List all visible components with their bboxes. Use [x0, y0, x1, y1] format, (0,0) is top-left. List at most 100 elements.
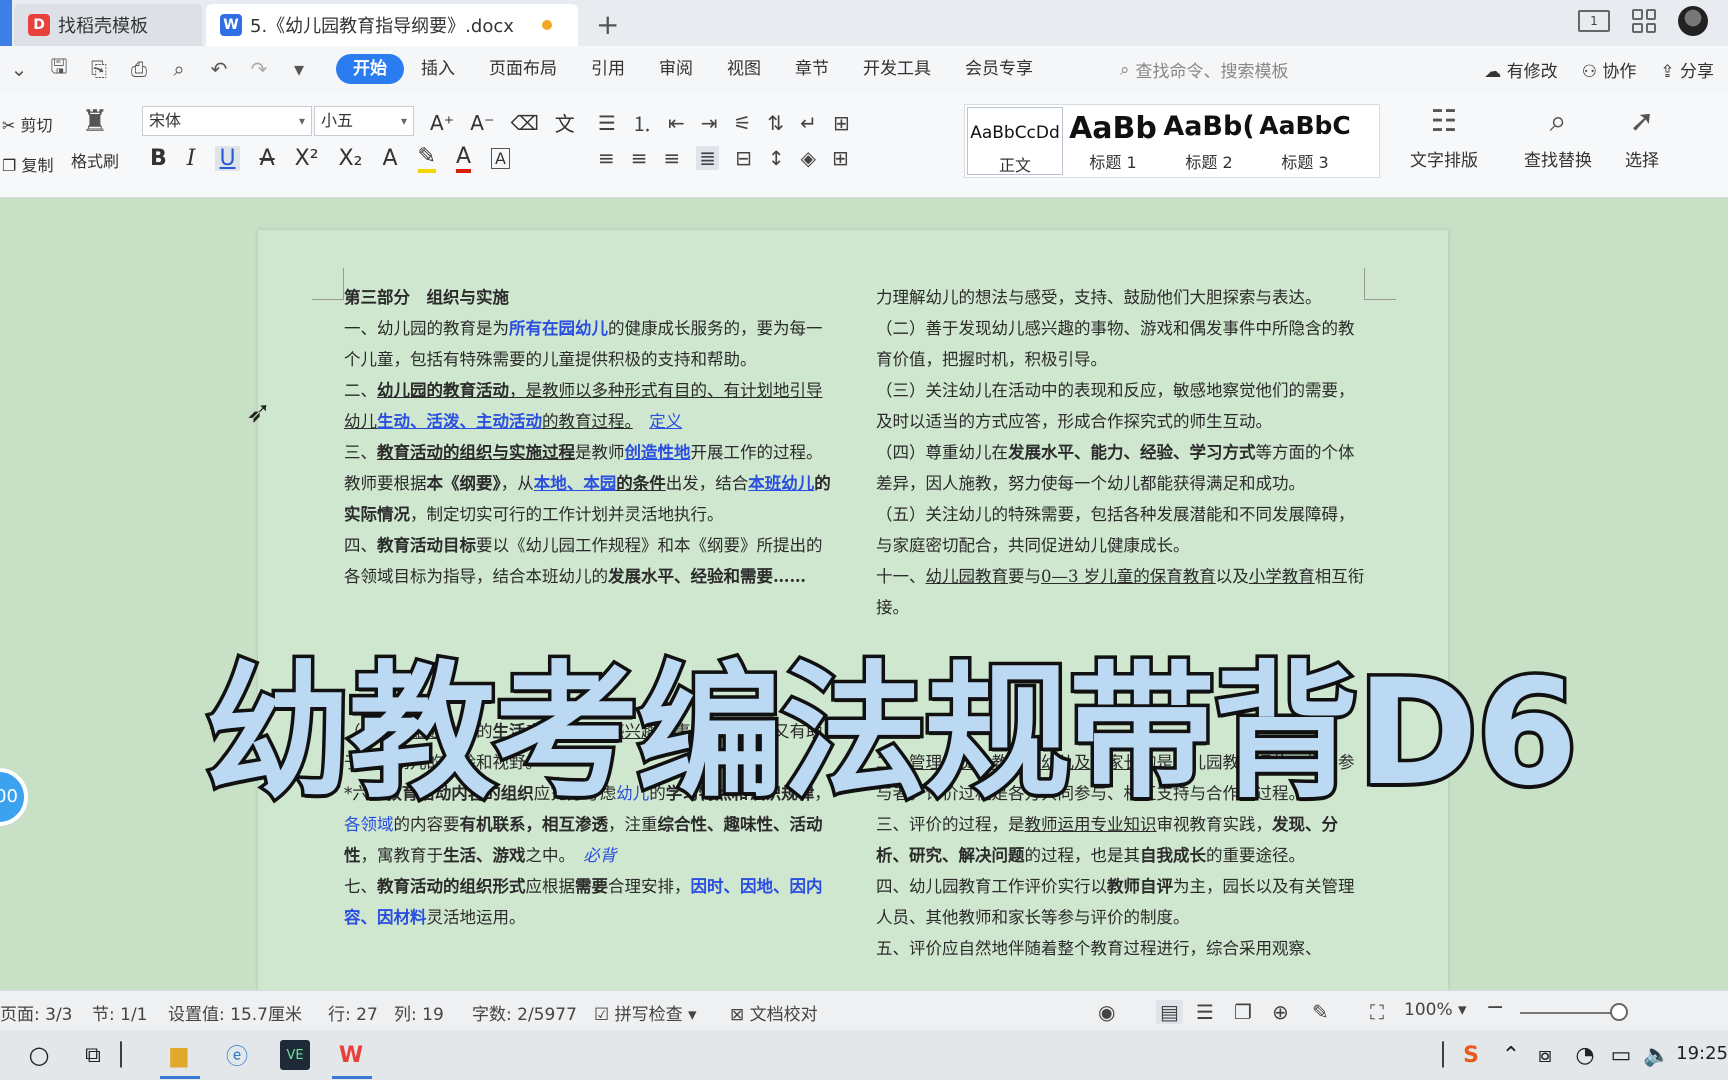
fit-page-icon[interactable]: ⛶	[1370, 1000, 1384, 1024]
style-heading-1[interactable]: AaBb 标题 1	[1065, 105, 1161, 177]
style-normal[interactable]: AaBbCcDd 正文	[967, 107, 1063, 175]
undo-icon[interactable]: ↶	[206, 57, 232, 81]
borders-icon[interactable]: ⊞	[832, 146, 849, 170]
tab-daoke[interactable]: D 找稻壳模板	[14, 4, 202, 46]
find-replace-button[interactable]: ⌕ 查找替换	[1508, 104, 1608, 171]
floating-assistant-button[interactable]: 00	[0, 768, 28, 826]
avatar[interactable]	[1678, 6, 1708, 36]
chinese-layout-icon[interactable]: ⚟	[733, 111, 751, 135]
battery-icon[interactable]: ▭	[1606, 1040, 1636, 1070]
phonetic-guide-icon[interactable]: 文	[555, 108, 575, 137]
text: 需要……	[740, 567, 806, 586]
document-page[interactable]: 第三部分 组织与实施 一、幼儿园的教育是为所有在园幼儿的健康成长服务的，要为每一…	[258, 230, 1448, 990]
tab-view[interactable]: 视图	[710, 54, 778, 84]
status-word-count[interactable]: 字数: 2/5977	[472, 1000, 577, 1025]
copy-button[interactable]: ❐ 复制	[2, 152, 53, 176]
video-editor-icon[interactable]: VE	[280, 1040, 310, 1070]
share-button[interactable]: ⇪ 分享	[1660, 57, 1714, 82]
zoom-out-button[interactable]: −	[1486, 995, 1504, 1020]
write-mode-icon[interactable]: ✎	[1312, 1000, 1329, 1024]
strikethrough-icon[interactable]: A	[260, 146, 275, 171]
export-pdf-icon[interactable]: ⎘	[86, 57, 112, 81]
superscript-icon[interactable]: X²	[295, 146, 319, 171]
highlight-icon[interactable]: ✎	[417, 144, 436, 173]
select-button[interactable]: ➚ 选择	[1612, 104, 1672, 171]
window-layout-icon[interactable]: 1	[1578, 10, 1610, 32]
wps-office-icon[interactable]: W	[336, 1040, 366, 1070]
tab-document[interactable]: W 5.《幼儿园教育指导纲要》.docx	[206, 4, 578, 46]
system-clock[interactable]: 19:25	[1676, 1043, 1728, 1064]
align-right-icon[interactable]: ≡	[664, 146, 681, 170]
text-layout-button[interactable]: ☷ 文字排版	[1396, 104, 1492, 171]
tray-app-icon[interactable]: ⧇	[1530, 1040, 1560, 1070]
status-page[interactable]: 页面: 3/3	[0, 1000, 73, 1025]
tray-chevron-icon[interactable]: ⌃	[1496, 1040, 1526, 1070]
command-search[interactable]: ⌕ 查找命令、搜索模板	[1120, 57, 1289, 83]
collab-button[interactable]: ⚇ 协作	[1582, 57, 1637, 82]
new-tab-button[interactable]: +	[596, 8, 619, 41]
font-size-select[interactable]: 小五	[314, 106, 414, 136]
align-center-icon[interactable]: ≡	[631, 146, 648, 170]
save-icon[interactable]: 🖫	[46, 54, 72, 81]
show-marks-icon[interactable]: ↵	[800, 111, 817, 135]
font-name-select[interactable]: 宋体	[142, 106, 312, 136]
shrink-font-icon[interactable]: A⁻	[470, 111, 494, 135]
customize-chevron-icon[interactable]: ▾	[286, 57, 312, 81]
justify-icon[interactable]: ≣	[696, 146, 720, 170]
clear-format-icon[interactable]: ⌫	[511, 111, 539, 135]
outline-view-icon[interactable]: ☰	[1196, 1000, 1214, 1024]
reading-view-icon[interactable]: ❐	[1234, 1000, 1252, 1024]
sort-icon[interactable]: ⇅	[767, 111, 784, 135]
tab-chapter[interactable]: 章节	[778, 54, 846, 84]
format-painter-button[interactable]: ♜ 格式刷	[66, 104, 124, 172]
bold-icon[interactable]: B	[150, 146, 167, 171]
volume-icon[interactable]: 🔈	[1642, 1040, 1672, 1070]
increase-indent-icon[interactable]: ⇥	[701, 111, 718, 135]
zoom-level[interactable]: 100% ▾	[1404, 1000, 1467, 1020]
print-icon[interactable]: ⎙	[126, 57, 152, 81]
eye-protection-icon[interactable]: ◉	[1098, 1000, 1115, 1024]
print-preview-icon[interactable]: ⌕	[166, 57, 192, 81]
italic-icon[interactable]: I	[187, 146, 196, 171]
align-left-icon[interactable]: ≡	[598, 146, 615, 170]
tab-ruler-icon[interactable]: ⊞	[833, 111, 850, 135]
shading-icon[interactable]: ◈	[801, 146, 816, 170]
cut-button[interactable]: ✂ 剪切	[2, 112, 53, 136]
tab-insert[interactable]: 插入	[404, 54, 472, 84]
style-heading-3[interactable]: AaBbC 标题 3	[1257, 105, 1353, 177]
style-heading-2[interactable]: AaBb( 标题 2	[1161, 105, 1257, 177]
grow-font-icon[interactable]: A⁺	[430, 111, 454, 135]
tab-home[interactable]: 开始	[336, 54, 404, 84]
task-view-icon[interactable]: ⧉	[78, 1040, 108, 1070]
ie-browser-icon[interactable]: ⓔ	[222, 1040, 252, 1070]
subscript-icon[interactable]: X₂	[339, 146, 363, 171]
zoom-slider-handle[interactable]	[1610, 1003, 1628, 1021]
tab-developer[interactable]: 开发工具	[846, 54, 948, 84]
menu-chevron-icon[interactable]: ⌄	[6, 57, 32, 81]
input-method-icon[interactable]: S	[1456, 1040, 1486, 1070]
doc-check-button[interactable]: ⊠ 文档校对	[730, 1000, 818, 1025]
bullet-list-icon[interactable]: ☰	[598, 111, 616, 135]
tab-references[interactable]: 引用	[574, 54, 642, 84]
decrease-indent-icon[interactable]: ⇤	[668, 111, 685, 135]
line-spacing-icon[interactable]: ↕	[768, 146, 785, 170]
font-color-icon[interactable]: A	[455, 144, 471, 173]
web-view-icon[interactable]: ⊕	[1272, 1000, 1289, 1024]
text-effect-icon[interactable]: A	[382, 146, 397, 171]
tab-page-layout[interactable]: 页面布局	[472, 54, 574, 84]
char-border-icon[interactable]: A	[491, 148, 510, 169]
tab-member[interactable]: 会员专享	[948, 54, 1040, 84]
file-explorer-icon[interactable]: ▆	[164, 1040, 194, 1070]
numbered-list-icon[interactable]: ⒈	[632, 108, 652, 137]
revision-button[interactable]: ☁ 有修改	[1484, 57, 1557, 82]
page-view-icon[interactable]: ▤	[1156, 1000, 1183, 1024]
spell-check-button[interactable]: ☑ 拼写检查 ▾	[594, 1000, 697, 1025]
zoom-slider-track[interactable]	[1520, 1012, 1620, 1014]
apps-grid-icon[interactable]	[1632, 9, 1656, 33]
redo-icon[interactable]: ↷	[246, 57, 272, 81]
search-circle-icon[interactable]: ○	[24, 1040, 54, 1070]
distributed-icon[interactable]: ⊟	[735, 146, 752, 170]
tab-review[interactable]: 审阅	[642, 54, 710, 84]
underline-icon[interactable]: U	[215, 146, 240, 171]
wifi-icon[interactable]: ◔	[1570, 1040, 1600, 1070]
